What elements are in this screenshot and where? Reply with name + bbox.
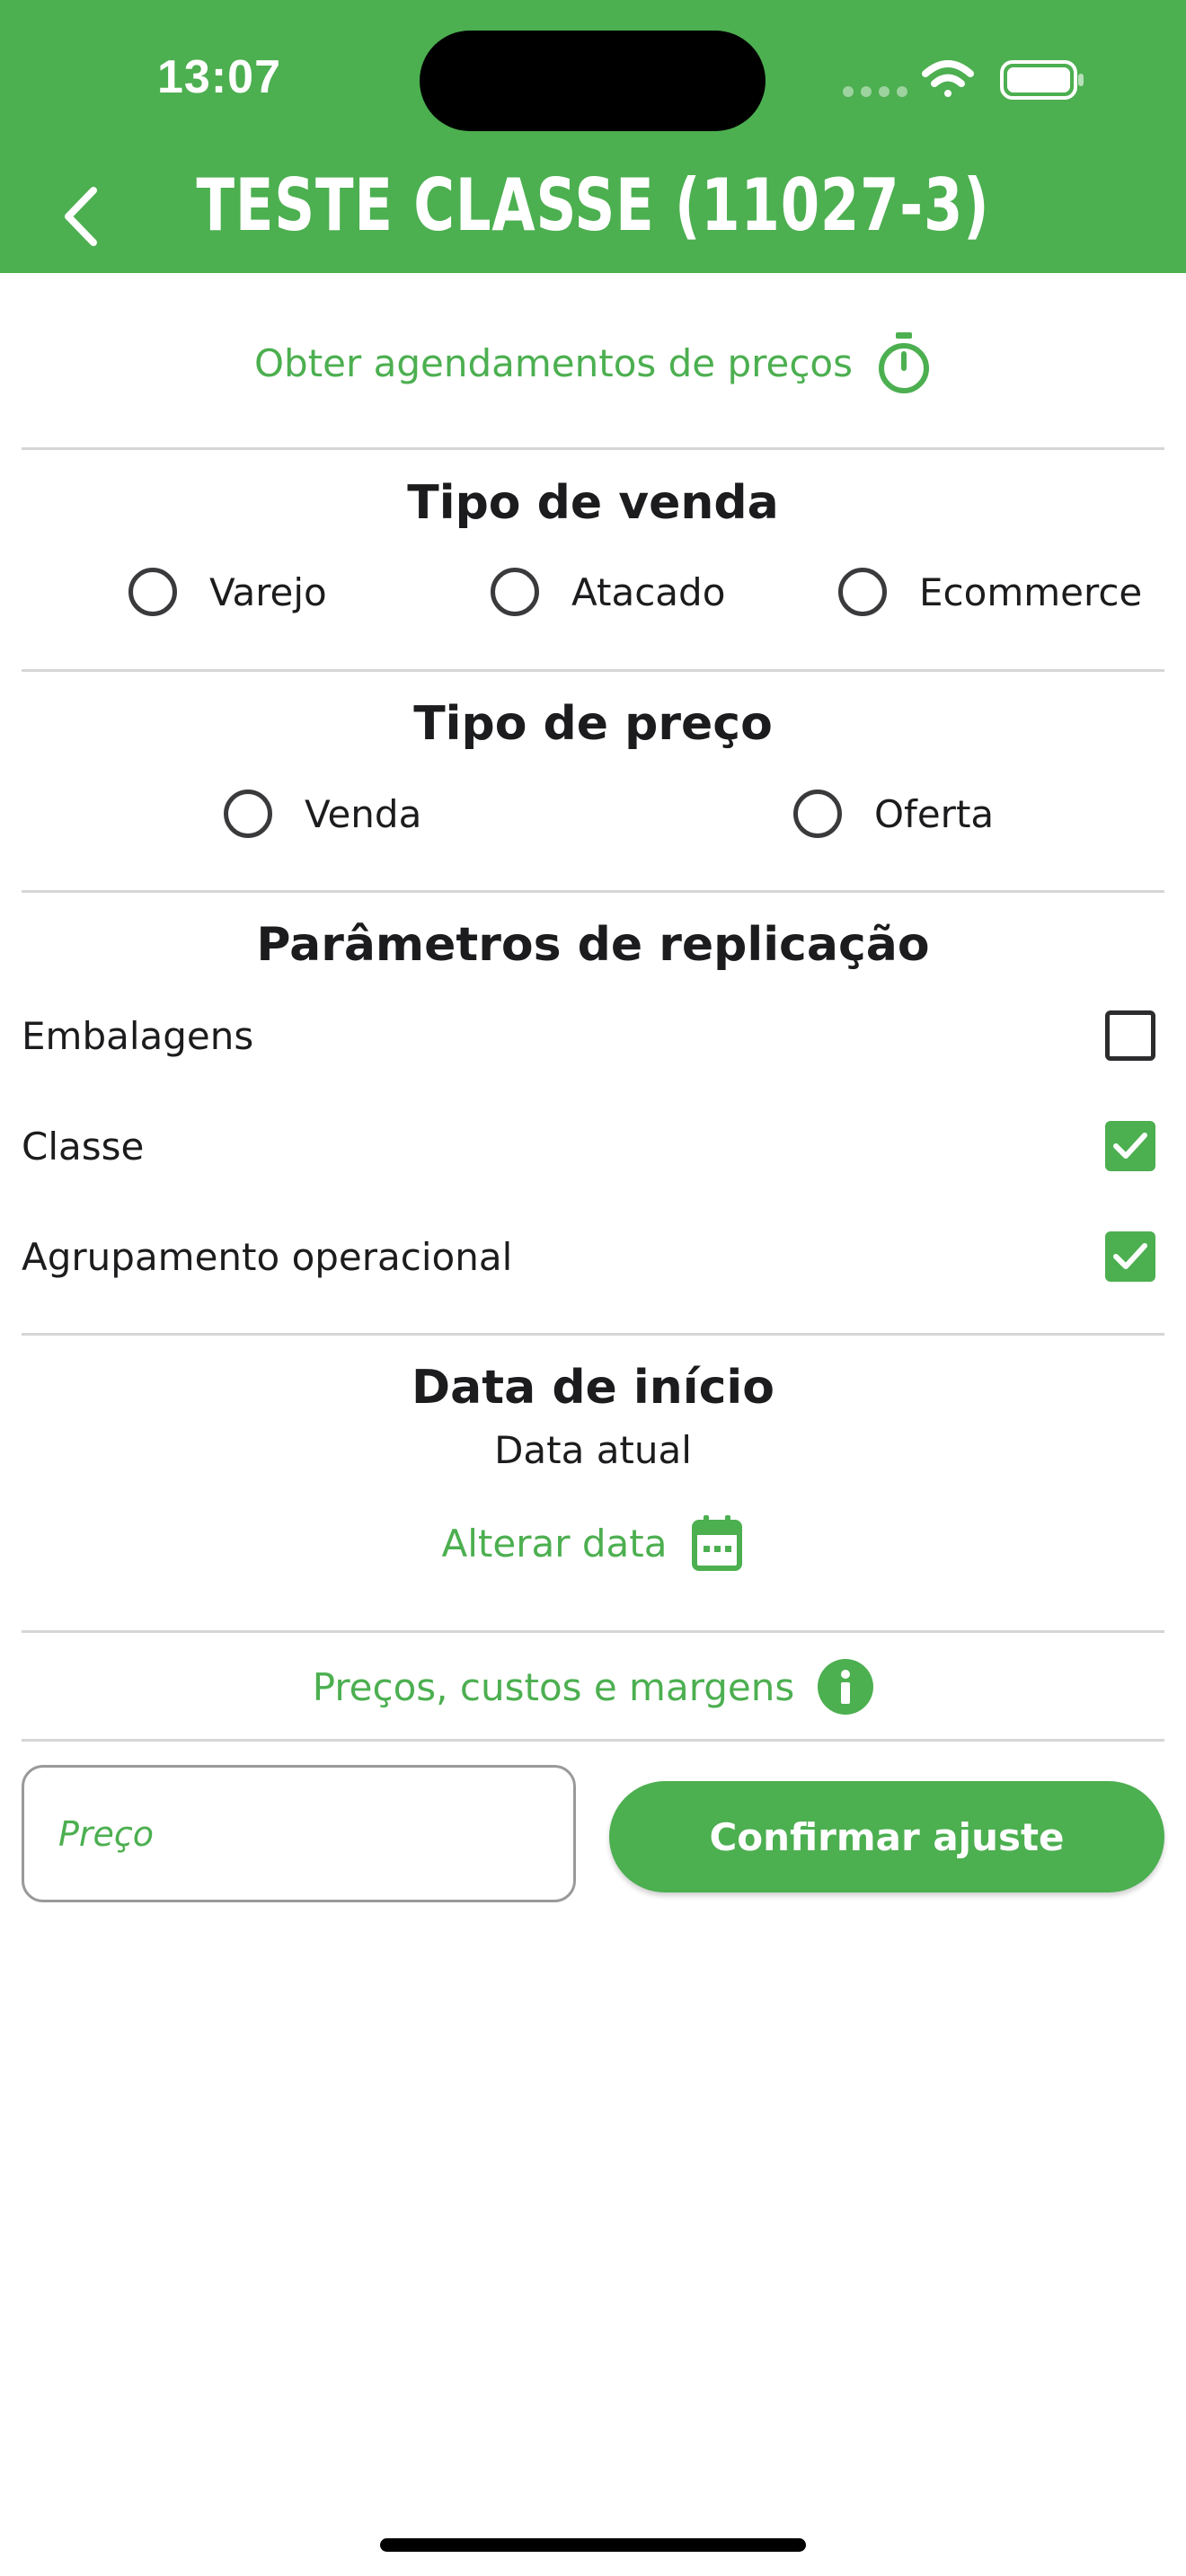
start-date-title: Data de início — [412, 1361, 774, 1415]
price-type-title: Tipo de preço — [413, 697, 773, 751]
schedule-link[interactable]: Obter agendamentos de preços — [0, 331, 1186, 395]
stopwatch-icon — [879, 332, 930, 393]
divider — [22, 1739, 1164, 1742]
check-label: Classe — [22, 1124, 145, 1169]
radio-atacado[interactable]: Atacado — [491, 568, 725, 616]
sale-type-title: Tipo de venda — [407, 476, 779, 530]
radio-label: Varejo — [209, 569, 327, 614]
radio-varejo[interactable]: Varejo — [128, 568, 327, 616]
start-date-value: Data atual — [494, 1428, 692, 1472]
chevron-left-icon — [65, 187, 97, 246]
info-icon — [818, 1659, 874, 1715]
radio-label: Venda — [305, 791, 422, 836]
check-label: Agrupamento operacional — [22, 1234, 513, 1279]
radio-venda[interactable]: Venda — [224, 790, 421, 838]
check-icon — [1113, 1243, 1147, 1269]
app-header: 13:07 TESTE CLASSE (11027-3) — [0, 0, 1186, 273]
radio-circle — [491, 568, 539, 616]
radio-label: Ecommerce — [919, 569, 1143, 614]
divider — [22, 890, 1164, 893]
radio-circle — [224, 790, 272, 838]
radio-ecommerce[interactable]: Ecommerce — [838, 568, 1142, 616]
change-date-label: Alterar data — [441, 1521, 668, 1566]
page-title: TESTE CLASSE (11027-3) — [196, 163, 990, 247]
checkbox-embalagens[interactable] — [1105, 1010, 1155, 1061]
battery-icon — [1000, 60, 1084, 100]
dynamic-island — [420, 31, 766, 131]
divider — [22, 447, 1164, 450]
change-date-link[interactable]: Alterar data — [0, 1513, 1186, 1573]
radio-circle — [128, 568, 177, 616]
radio-circle — [838, 568, 887, 616]
divider — [22, 669, 1164, 672]
check-label: Embalagens — [22, 1013, 254, 1058]
divider — [22, 1630, 1164, 1633]
back-button[interactable] — [45, 176, 117, 257]
checkbox-classe[interactable] — [1105, 1121, 1155, 1171]
checkbox-agrupamento[interactable] — [1105, 1231, 1155, 1282]
radio-label: Atacado — [571, 569, 726, 614]
prices-link-label: Preços, custos e margens — [312, 1664, 795, 1709]
check-row-agrupamento[interactable]: Agrupamento operacional — [22, 1216, 1164, 1297]
check-row-classe[interactable]: Classe — [22, 1106, 1164, 1187]
radio-oferta[interactable]: Oferta — [793, 790, 994, 838]
price-input[interactable] — [22, 1765, 576, 1902]
confirm-adjust-button[interactable]: Confirmar ajuste — [609, 1781, 1164, 1892]
status-time: 13:07 — [157, 51, 281, 103]
radio-label: Oferta — [874, 791, 995, 836]
home-indicator[interactable] — [380, 2538, 806, 2552]
status-icons — [843, 60, 1084, 100]
replication-title: Parâmetros de replicação — [256, 918, 930, 972]
cellular-signal-icon — [843, 86, 907, 97]
app-screen: 13:07 TESTE CLASSE (11027-3) Obter agend… — [0, 0, 1186, 2576]
wifi-icon — [922, 60, 974, 97]
check-row-embalagens[interactable]: Embalagens — [22, 995, 1164, 1076]
radio-circle — [793, 790, 842, 838]
schedule-link-label: Obter agendamentos de preços — [253, 340, 854, 385]
prices-costs-margins-link[interactable]: Preços, custos e margens — [0, 1659, 1186, 1715]
calendar-icon — [692, 1515, 743, 1571]
divider — [22, 1333, 1164, 1336]
check-icon — [1113, 1133, 1147, 1159]
